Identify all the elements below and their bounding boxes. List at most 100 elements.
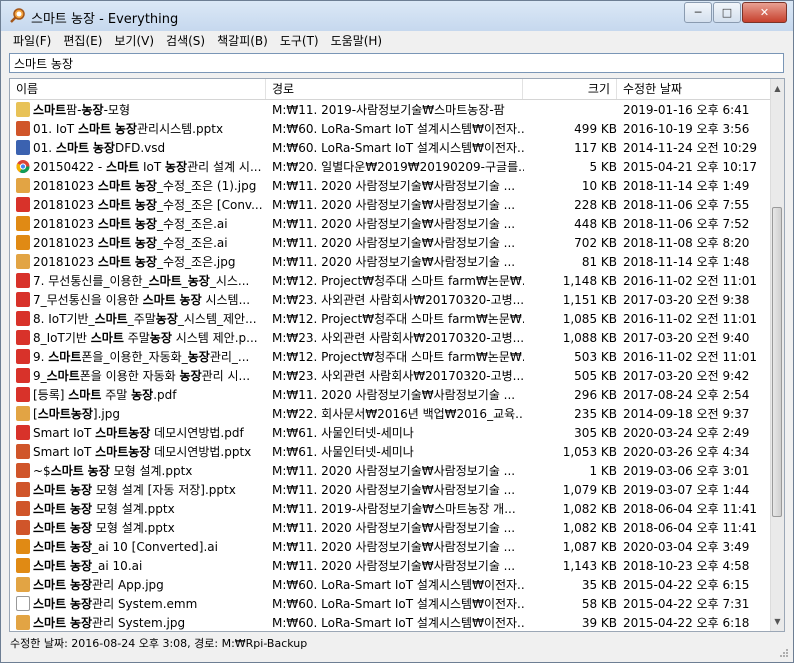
column-name[interactable]: 이름 [10, 79, 266, 99]
file-name-cell: 스마트 농장관리 System.emm [16, 595, 266, 614]
file-path: M:₩61. 사물인터넷-세미나 [272, 445, 414, 459]
table-row[interactable]: 01. 스마트 농장DFD.vsd M:₩60. LoRa-Smart IoT 설… [10, 139, 772, 158]
file-name-cell: 7. 무선통신를_이용한_스마트_농장_시스... [16, 272, 266, 291]
menu-bookmarks[interactable]: 책갈피(B) [211, 32, 274, 50]
table-row[interactable]: 20150422 - 스마트 IoT 농장관리 설계 시... M:₩20. 일별… [10, 158, 772, 177]
menu-file[interactable]: 파일(F) [7, 32, 57, 50]
menu-edit[interactable]: 편집(E) [57, 32, 108, 50]
table-row[interactable]: 20181023 스마트 농장_수정_조은 [Conv... M:₩11. 202… [10, 196, 772, 215]
pdf-file-icon [16, 197, 30, 212]
minimize-button[interactable]: ─ [684, 2, 712, 23]
table-row[interactable]: Smart IoT 스마트농장 데모시연방법.pptx M:₩61. 사물인터넷-… [10, 443, 772, 462]
file-name: 20181023 스마트 농장_수정_조은.jpg [33, 255, 236, 269]
pdf-file-icon [16, 368, 30, 383]
everything-window: 스마트 농장 - Everything ─ □ ✕ 파일(F) 편집(E) 보기… [0, 0, 794, 663]
file-path: M:₩23. 사외관련 사람회사₩20170320-고병... [272, 293, 524, 307]
file-name: 7_무선통신을 이용한 스마트 농장 시스템... [33, 293, 251, 307]
file-size: 228 KB [574, 198, 617, 212]
menu-help[interactable]: 도움말(H) [325, 32, 389, 50]
pptx-file-icon [16, 463, 30, 478]
title-bar[interactable]: 스마트 농장 - Everything ─ □ ✕ [1, 1, 793, 31]
file-path: M:₩60. LoRa-Smart IoT 설계시스템₩이전자... [272, 616, 524, 630]
ai-file-icon [16, 235, 30, 250]
table-row[interactable]: 9. 스마트폰을_이용한_자동화_농장관리_... M:₩12. Project₩… [10, 348, 772, 367]
table-row[interactable]: 7_무선통신을 이용한 스마트 농장 시스템... M:₩23. 사외관련 사람회… [10, 291, 772, 310]
file-path: M:₩12. Project₩청주대 스마트 farm₩논문₩... [272, 350, 524, 364]
file-path: M:₩23. 사외관련 사람회사₩20170320-고병... [272, 369, 524, 383]
pptx-file-icon [16, 482, 30, 497]
emm-file-icon [16, 596, 30, 611]
file-date-modified: 2019-01-16 오후 6:41 [623, 103, 750, 117]
maximize-button[interactable]: □ [713, 2, 741, 23]
table-row[interactable]: ~$스마트 농장 모형 설계.pptx M:₩11. 2020 사람정보기술₩사람… [10, 462, 772, 481]
table-row[interactable]: [등록] 스마트 주말 농장.pdf M:₩11. 2020 사람정보기술₩사람정… [10, 386, 772, 405]
scrollbar-thumb[interactable] [772, 207, 782, 517]
close-button[interactable]: ✕ [742, 2, 787, 23]
pptx-file-icon [16, 520, 30, 535]
file-date-modified: 2017-08-24 오후 2:54 [623, 388, 750, 402]
file-date-modified: 2019-03-06 오후 3:01 [623, 464, 750, 478]
table-row[interactable]: 01. IoT 스마트 농장관리시스템.pptx M:₩60. LoRa-Smar… [10, 120, 772, 139]
pptx-file-icon [16, 501, 30, 516]
table-row[interactable]: 8. IoT기반_스마트_주말농장_시스템_제안... M:₩12. Projec… [10, 310, 772, 329]
file-name-cell: 20181023 스마트 농장_수정_조은.ai [16, 234, 266, 253]
file-name-cell: 스마트팜-농장-모형 [16, 101, 266, 120]
file-size: 1,087 KB [562, 540, 617, 554]
file-path: M:₩60. LoRa-Smart IoT 설계시스템₩이전자... [272, 597, 524, 611]
file-path: M:₩22. 회사문서₩2016년 백업₩2016_교육... [272, 407, 524, 421]
table-row[interactable]: 스마트 농장관리 System.jpg M:₩60. LoRa-Smart IoT… [10, 614, 772, 631]
pdf-file-icon [16, 330, 30, 345]
table-row[interactable]: 7. 무선통신를_이용한_스마트_농장_시스... M:₩12. Project₩… [10, 272, 772, 291]
file-size: 1,148 KB [562, 274, 617, 288]
vertical-scrollbar[interactable]: ▲ ▼ [770, 79, 784, 631]
table-row[interactable]: 스마트 농장관리 System.emm M:₩60. LoRa-Smart IoT… [10, 595, 772, 614]
table-row[interactable]: 20181023 스마트 농장_수정_조은 (1).jpg M:₩11. 2020… [10, 177, 772, 196]
ai-file-icon [16, 539, 30, 554]
file-path: M:₩61. 사물인터넷-세미나 [272, 426, 414, 440]
file-path: M:₩12. Project₩청주대 스마트 farm₩논문₩... [272, 274, 524, 288]
file-date-modified: 2016-11-02 오전 11:01 [623, 312, 758, 326]
table-row[interactable]: [스마트농장].jpg M:₩22. 회사문서₩2016년 백업₩2016_교육.… [10, 405, 772, 424]
ai-file-icon [16, 558, 30, 573]
column-date-modified[interactable]: 수정한 날짜 [617, 79, 772, 99]
table-row[interactable]: 스마트 농장_ai 10 [Converted].ai M:₩11. 2020 사… [10, 538, 772, 557]
table-row[interactable]: 20181023 스마트 농장_수정_조은.ai M:₩11. 2020 사람정보… [10, 215, 772, 234]
resize-grip-icon[interactable] [779, 648, 789, 658]
table-row[interactable]: 8_IoT기반 스마트 주말농장 시스템 제안.p... M:₩23. 사외관련 … [10, 329, 772, 348]
file-size: 1,079 KB [562, 483, 617, 497]
file-date-modified: 2015-04-21 오후 10:17 [623, 160, 758, 174]
menu-tools[interactable]: 도구(T) [274, 32, 325, 50]
file-name: 스마트 농장_ai 10 [Converted].ai [33, 540, 218, 554]
table-row[interactable]: 스마트 농장 모형 설계 [자동 저장].pptx M:₩11. 2020 사람정… [10, 481, 772, 500]
file-name-cell: 스마트 농장 모형 설계.pptx [16, 500, 266, 519]
file-size: 1,082 KB [562, 502, 617, 516]
pdf-file-icon [16, 387, 30, 402]
column-size[interactable]: 크기 [523, 79, 617, 99]
table-row[interactable]: 스마트 농장_ai 10.ai M:₩11. 2020 사람정보기술₩사람정보기술… [10, 557, 772, 576]
menu-view[interactable]: 보기(V) [108, 32, 160, 50]
file-name: [등록] 스마트 주말 농장.pdf [33, 388, 177, 402]
file-path: M:₩11. 2019-사람정보기술₩스마트농장 개... [272, 502, 516, 516]
table-row[interactable]: 20181023 스마트 농장_수정_조은.ai M:₩11. 2020 사람정보… [10, 234, 772, 253]
scroll-up-icon[interactable]: ▲ [771, 81, 784, 96]
table-row[interactable]: 스마트 농장 모형 설계.pptx M:₩11. 2019-사람정보기술₩스마트농… [10, 500, 772, 519]
table-row[interactable]: Smart IoT 스마트농장 데모시연방법.pdf M:₩61. 사물인터넷-세… [10, 424, 772, 443]
table-row[interactable]: 20181023 스마트 농장_수정_조은.jpg M:₩11. 2020 사람정… [10, 253, 772, 272]
file-path: M:₩11. 2019-사람정보기술₩스마트농장-팜 [272, 103, 505, 117]
column-header: 이름 경로 크기 수정한 날짜 [10, 79, 772, 100]
file-name: 스마트 농장 모형 설계.pptx [33, 521, 175, 535]
file-name-cell: ~$스마트 농장 모형 설계.pptx [16, 462, 266, 481]
file-size: 1,088 KB [562, 331, 617, 345]
file-path: M:₩11. 2020 사람정보기술₩사람정보기술 ... [272, 217, 516, 231]
file-size: 5 KB [589, 160, 617, 174]
file-name: 스마트 농장관리 App.jpg [33, 578, 164, 592]
table-row[interactable]: 스마트 농장관리 App.jpg M:₩60. LoRa-Smart IoT 설계… [10, 576, 772, 595]
table-row[interactable]: 스마트팜-농장-모형 M:₩11. 2019-사람정보기술₩스마트농장-팜 2019… [10, 101, 772, 120]
file-name-cell: 20150422 - 스마트 IoT 농장관리 설계 시... [16, 158, 266, 177]
table-row[interactable]: 9_스마트폰을 이용한 자동화 농장관리 시... M:₩23. 사외관련 사람회… [10, 367, 772, 386]
search-input[interactable] [10, 54, 783, 72]
table-row[interactable]: 스마트 농장 모형 설계.pptx M:₩11. 2020 사람정보기술₩사람정보… [10, 519, 772, 538]
menu-search[interactable]: 검색(S) [160, 32, 211, 50]
column-path[interactable]: 경로 [266, 79, 523, 99]
scroll-down-icon[interactable]: ▼ [771, 614, 784, 629]
